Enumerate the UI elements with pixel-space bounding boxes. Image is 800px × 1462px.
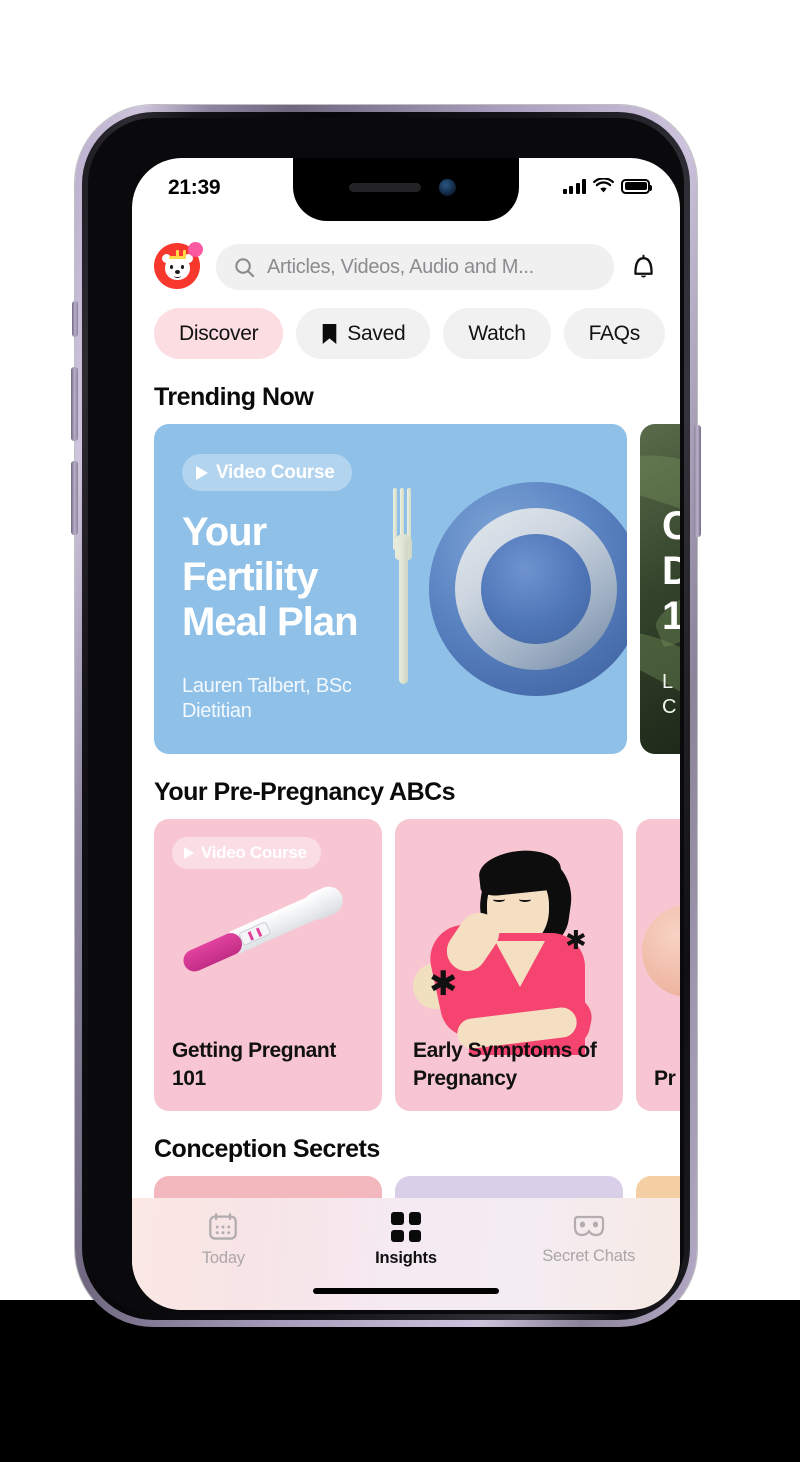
battery-icon (621, 178, 652, 194)
abc-card-partial[interactable]: Pr Su (636, 819, 680, 1111)
title-line: C (662, 504, 680, 548)
filter-pill-label: Saved (347, 321, 406, 345)
abc-card-title-text: Pr Su (654, 1067, 680, 1091)
tab-label: Insights (375, 1249, 437, 1267)
bookmark-icon (322, 323, 337, 344)
volume-down-button[interactable] (71, 461, 78, 535)
tab-secret-chats[interactable]: Secret Chats (497, 1198, 680, 1282)
section-title-trending: Trending Now (154, 383, 314, 411)
badge-label: Video Course (216, 461, 335, 483)
avatar[interactable] (154, 242, 203, 291)
search-input[interactable]: Articles, Videos, Audio and M... (216, 244, 614, 290)
grid-icon (391, 1212, 421, 1242)
filter-pill-watch[interactable]: Watch (443, 308, 551, 359)
trending-card-author: Lauren Talbert, BSc Dietitian (182, 674, 352, 724)
filter-pill-faqs[interactable]: FAQs (563, 308, 665, 359)
phone-screen: 21:39 Articles, Videos, Audio and M... D… (132, 158, 680, 1310)
author-name: L (662, 671, 674, 693)
filter-pill-label: Watch (468, 321, 526, 345)
filter-pill-row[interactable]: Discover Saved Watch FAQs (132, 298, 680, 359)
plate-illustration (429, 482, 627, 696)
search-placeholder: Articles, Videos, Audio and M... (267, 255, 534, 278)
play-icon (196, 465, 208, 480)
author-name: Lauren Talbert, BSc (182, 675, 352, 697)
author-role: Dietitian (182, 700, 252, 722)
title-line: D (662, 548, 680, 593)
section-title-abcs: Your Pre-Pregnancy ABCs (154, 778, 456, 806)
title-line: Your (182, 510, 267, 554)
play-icon (184, 847, 194, 859)
content-scroll-area[interactable]: Discover Saved Watch FAQs Trending Now V… (132, 298, 680, 1310)
volume-up-button[interactable] (71, 367, 78, 441)
abc-card-title: Early Symptoms of Pregnancy (413, 1039, 597, 1091)
calendar-icon (209, 1213, 238, 1240)
phone-bezel-inner: 21:39 Articles, Videos, Audio and M... D… (88, 118, 684, 1314)
status-clock: 21:39 (168, 176, 221, 199)
woman-illustration: ✱ ✱ (395, 845, 623, 1055)
screenshot-stage: 21:39 Articles, Videos, Audio and M... D… (0, 0, 800, 1462)
cellular-bars-icon (562, 178, 586, 194)
front-camera (439, 179, 456, 196)
trending-rail[interactable]: Video Course Your Fertility Meal Plan La… (132, 424, 680, 754)
abc-card-getting-pregnant[interactable]: Video Course Getting Pregnant 101 (154, 819, 382, 1111)
abc-card-early-symptoms[interactable]: ✱ ✱ Early Symptoms of Pregnancy (395, 819, 623, 1111)
status-indicators (562, 178, 652, 194)
pregnancy-test-illustration (179, 882, 350, 1023)
trending-card-author: L C (662, 670, 676, 720)
abc-card-title: Pr Su (654, 1065, 680, 1093)
earpiece-speaker (349, 183, 421, 192)
phone-bezel: 21:39 Articles, Videos, Audio and M... D… (82, 112, 690, 1320)
power-button[interactable] (694, 425, 701, 537)
filter-pill-discover[interactable]: Discover (154, 308, 284, 359)
phone-device-frame: 21:39 Articles, Videos, Audio and M... D… (71, 105, 701, 1327)
device-notch (293, 158, 519, 221)
title-line: 1 (662, 593, 680, 638)
abc-card-title: Getting Pregnant 101 (172, 1039, 336, 1091)
notification-dot-icon (188, 242, 203, 257)
filter-pill-label: Discover (179, 321, 259, 345)
tab-label: Secret Chats (542, 1247, 636, 1265)
filter-pill-label: FAQs (588, 321, 641, 345)
badge-label: Video Course (201, 843, 307, 862)
bell-icon[interactable] (628, 250, 658, 284)
title-line: Meal Plan (182, 599, 359, 644)
tab-label: Today (201, 1249, 245, 1267)
tab-insights[interactable]: Insights (315, 1198, 498, 1282)
search-icon (235, 257, 255, 277)
fork-illustration (391, 488, 415, 684)
trending-card-nature[interactable]: C D 1 L C (640, 424, 680, 754)
bottom-tab-bar: Today Insights Secret Chats (132, 1198, 680, 1310)
wifi-icon (593, 178, 614, 193)
author-role: C (662, 696, 677, 718)
home-indicator[interactable] (313, 1288, 499, 1294)
trending-card-title: Your Fertility Meal Plan (182, 510, 359, 644)
mask-icon (573, 1215, 604, 1237)
section-title-conception: Conception Secrets (154, 1135, 380, 1163)
app-header: Articles, Videos, Audio and M... (132, 236, 680, 298)
abc-rail[interactable]: Video Course Getting Pregnant 101 ✱ ✱ Ea… (132, 819, 680, 1111)
peach-illustration (642, 905, 680, 997)
trending-card-title: C D 1 (662, 504, 680, 638)
title-line: Fertility (182, 554, 318, 599)
tab-today[interactable]: Today (132, 1198, 315, 1282)
trending-card-meal-plan[interactable]: Video Course Your Fertility Meal Plan La… (154, 424, 627, 754)
video-course-badge: Video Course (182, 454, 352, 491)
filter-pill-saved[interactable]: Saved (296, 308, 431, 359)
video-course-badge: Video Course (172, 837, 321, 869)
mute-switch[interactable] (72, 301, 78, 337)
